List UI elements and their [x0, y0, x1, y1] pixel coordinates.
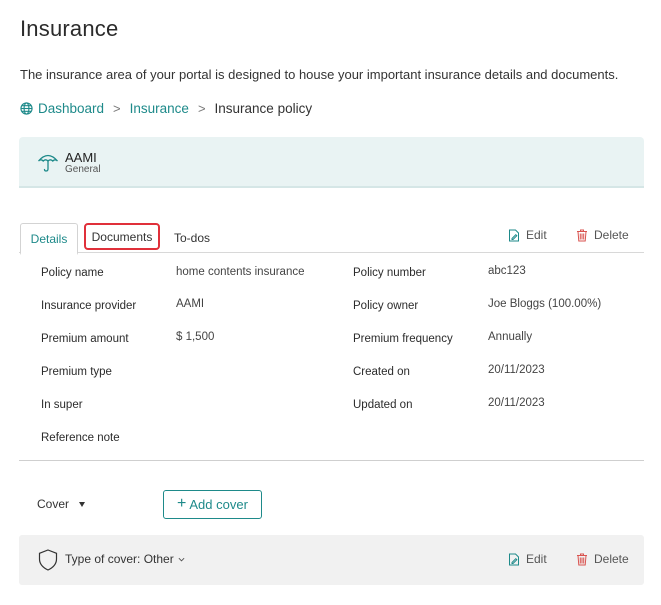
insurance-provider-value: AAMI: [176, 298, 205, 310]
chevron-down-icon: [178, 557, 185, 561]
premium-frequency-value: Annually: [488, 331, 533, 343]
policy-name-value: home contents insurance: [176, 266, 305, 278]
premium-amount-label: Premium amount: [41, 333, 129, 345]
delete-label: Delete: [594, 228, 629, 242]
premium-amount-value: $ 1,500: [176, 331, 215, 343]
premium-type-label: Premium type: [41, 366, 112, 378]
edit-icon: [509, 229, 519, 241]
breadcrumb-dashboard[interactable]: Dashboard: [20, 101, 104, 116]
caret-down-icon: [79, 501, 86, 507]
updated-on-label: Updated on: [353, 399, 413, 411]
breadcrumb: Dashboard > Insurance > Insurance policy: [20, 101, 312, 116]
tab-todos[interactable]: To-dos: [167, 222, 217, 253]
cover-edit-button[interactable]: Edit: [508, 552, 547, 566]
tab-details[interactable]: Details: [20, 223, 78, 255]
policy-name-label: Policy name: [41, 267, 104, 279]
premium-frequency-label: Premium frequency: [353, 333, 453, 345]
shield-icon: [38, 549, 58, 571]
policy-owner-label: Policy owner: [353, 300, 419, 312]
policy-number-value: abc123: [488, 265, 526, 277]
edit-icon: [509, 553, 519, 565]
breadcrumb-insurance[interactable]: Insurance: [130, 101, 189, 116]
edit-button[interactable]: Edit: [508, 228, 547, 242]
cover-delete-button[interactable]: Delete: [576, 552, 629, 566]
reference-note-label: Reference note: [41, 432, 120, 444]
delete-button[interactable]: Delete: [576, 228, 629, 242]
cover-item: Type of cover: Other Edit Delete: [19, 535, 644, 585]
plus-icon: +: [177, 495, 187, 512]
breadcrumb-separator: >: [113, 101, 121, 116]
insurance-type: General: [65, 164, 101, 175]
policy-details: Policy name home contents insurance Insu…: [19, 256, 644, 461]
trash-icon: [577, 553, 587, 565]
add-cover-button[interactable]: + Add cover: [163, 490, 262, 519]
add-cover-label: Add cover: [189, 497, 248, 512]
breadcrumb-dashboard-label: Dashboard: [38, 101, 105, 116]
policy-owner-value: Joe Bloggs (100.00%): [488, 298, 602, 310]
edit-label: Edit: [526, 228, 547, 242]
cover-dropdown-label: Cover: [37, 497, 70, 511]
page-title: Insurance: [20, 16, 119, 41]
insurance-provider-label: Insurance provider: [41, 300, 137, 312]
created-on-value: 20/11/2023: [488, 364, 545, 376]
in-super-label: In super: [41, 399, 83, 411]
updated-on-value: 20/11/2023: [488, 397, 545, 409]
cover-dropdown[interactable]: Cover: [37, 497, 86, 511]
cover-edit-label: Edit: [526, 552, 547, 566]
cover-type-label: Type of cover: Other: [65, 552, 174, 566]
policy-card: AAMI General: [19, 137, 644, 188]
insurer-name: AAMI: [65, 150, 97, 165]
breadcrumb-separator: >: [197, 101, 206, 116]
umbrella-icon: [38, 154, 58, 172]
policy-number-label: Policy number: [353, 267, 426, 279]
cover-delete-label: Delete: [594, 552, 629, 566]
trash-icon: [577, 229, 587, 241]
globe-icon: [20, 102, 33, 115]
tab-documents[interactable]: Documents: [84, 223, 160, 250]
created-on-label: Created on: [353, 366, 410, 378]
page-intro: The insurance area of your portal is des…: [20, 67, 619, 82]
breadcrumb-current: Insurance policy: [214, 101, 313, 116]
cover-type-toggle[interactable]: Type of cover: Other: [65, 552, 185, 566]
tab-bar: Details Documents To-dos Edit Delete: [19, 222, 644, 255]
